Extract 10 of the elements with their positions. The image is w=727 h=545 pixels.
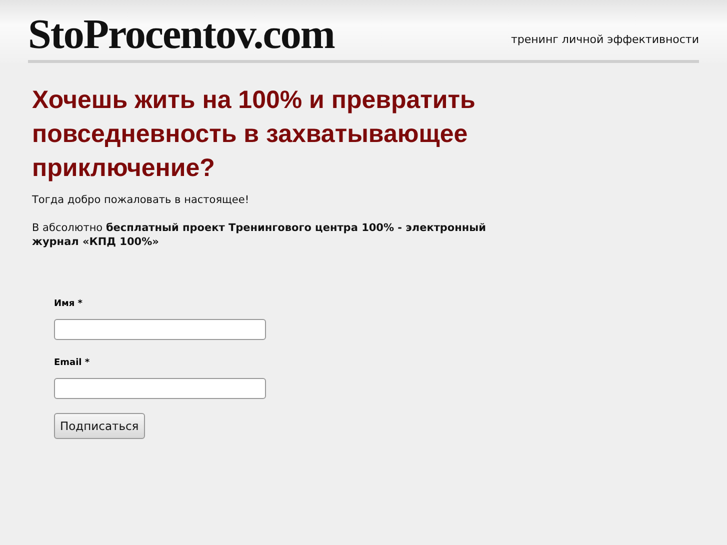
- site-logo[interactable]: StoProcentov.com: [28, 14, 334, 56]
- subscribe-button[interactable]: Подписаться: [54, 413, 145, 439]
- tagline: тренинг личной эффективности: [510, 33, 699, 48]
- input-field[interactable]: [54, 378, 266, 399]
- headline: Хочешь жить на 100% и превратить повседневность в захватывающее приключение?: [32, 85, 476, 184]
- intro-text: Тогда добро пожаловать в настоящее!: [32, 193, 250, 207]
- field-label: Имя *: [54, 299, 83, 309]
- field-label: Email *: [54, 358, 90, 368]
- intro-text: В абсолютно бесплатный проект Тренингового центра 100% - электронный журнал «КПД 100%»: [32, 221, 488, 249]
- input-field[interactable]: [54, 319, 266, 340]
